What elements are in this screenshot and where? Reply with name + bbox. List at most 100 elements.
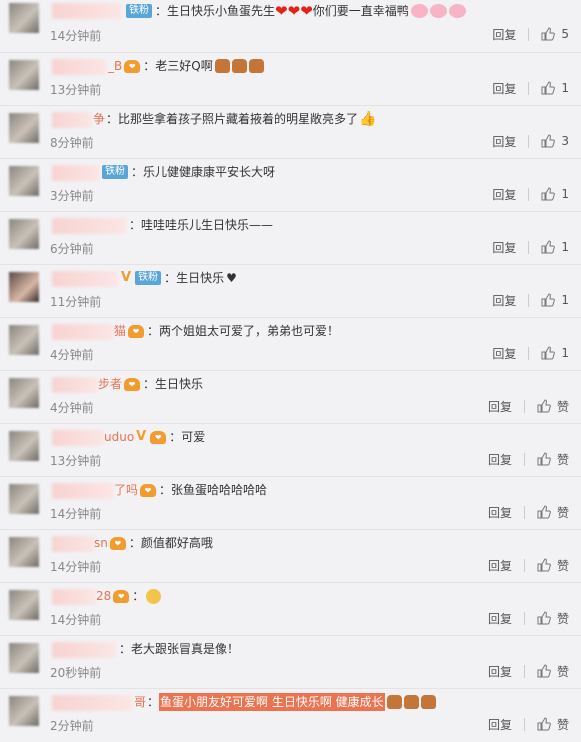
username-blurred[interactable]: [52, 112, 92, 128]
timestamp: 14分钟前: [50, 507, 102, 521]
username-blurred[interactable]: [52, 377, 98, 393]
reply-button[interactable]: 回复: [488, 610, 512, 627]
username-blurred[interactable]: [52, 3, 122, 19]
avatar[interactable]: [9, 696, 39, 726]
reply-button[interactable]: 回复: [488, 716, 512, 733]
like-icon[interactable]: [541, 293, 556, 307]
username-blurred[interactable]: [52, 642, 116, 658]
separator: ：: [155, 4, 168, 18]
reply-button[interactable]: 回复: [492, 186, 516, 203]
avatar[interactable]: [9, 60, 39, 90]
reply-button[interactable]: 回复: [488, 451, 512, 468]
avatar[interactable]: [9, 484, 39, 514]
like-icon[interactable]: [537, 558, 551, 572]
fan-badge: 铁粉: [126, 4, 152, 18]
like-icon[interactable]: [541, 187, 556, 201]
reply-button[interactable]: 回复: [492, 239, 516, 256]
username-tail[interactable]: 哥: [134, 693, 146, 711]
like-label[interactable]: 赞: [557, 398, 569, 415]
like-icon[interactable]: [541, 240, 556, 254]
avatar[interactable]: [9, 537, 39, 567]
like-icon[interactable]: [537, 399, 551, 413]
reply-button[interactable]: 回复: [488, 663, 512, 680]
comment-actions: 回复 赞: [488, 398, 569, 415]
avatar[interactable]: [9, 325, 39, 355]
cake-emoji: [248, 59, 264, 73]
username-tail[interactable]: 争: [93, 110, 105, 128]
username-blurred[interactable]: [52, 589, 96, 605]
reply-button[interactable]: 回复: [492, 26, 516, 43]
timestamp: 14分钟前: [50, 560, 102, 574]
comment-item: 步者 ❤ ： 生日快乐 4分钟前 回复 赞: [0, 371, 581, 424]
fan-badge: 铁粉: [135, 271, 162, 285]
like-icon[interactable]: [541, 346, 556, 360]
username-tail[interactable]: 28: [96, 587, 111, 605]
avatar[interactable]: [9, 166, 39, 196]
username-tail[interactable]: 了吗: [114, 481, 138, 499]
separator: ：: [129, 218, 142, 232]
username-tail[interactable]: 猫: [114, 322, 126, 340]
avatar[interactable]: [9, 431, 39, 461]
reply-button[interactable]: 回复: [488, 398, 512, 415]
avatar[interactable]: [9, 219, 39, 249]
avatar[interactable]: [9, 643, 39, 673]
like-label[interactable]: 赞: [557, 557, 569, 574]
divider: [528, 187, 530, 201]
like-icon[interactable]: [541, 134, 556, 148]
divider: [528, 293, 530, 307]
heart-emoji: ❤: [275, 2, 288, 20]
avatar[interactable]: [9, 3, 39, 33]
divider: [523, 611, 525, 625]
comment-text-highlighted: 鱼蛋小朋友好可爱啊 生日快乐啊 健康成长: [159, 693, 385, 711]
comment-text: 老三好Q啊: [155, 59, 213, 73]
divider: [523, 664, 525, 678]
thumbs-up-emoji: 👍: [359, 111, 377, 127]
like-icon[interactable]: [537, 664, 551, 678]
comment-text: 生日快乐小鱼蛋先生: [167, 4, 276, 18]
comment-text: 可爱: [181, 430, 206, 444]
like-icon[interactable]: [537, 505, 551, 519]
like-count: 1: [561, 293, 569, 307]
avatar[interactable]: [9, 113, 39, 143]
separator: ：: [143, 377, 156, 391]
reply-button[interactable]: 回复: [492, 292, 516, 309]
like-label[interactable]: 赞: [557, 451, 569, 468]
reply-button[interactable]: 回复: [492, 345, 516, 362]
username-blurred[interactable]: [52, 165, 100, 181]
like-label[interactable]: 赞: [557, 504, 569, 521]
like-icon[interactable]: [541, 27, 556, 41]
reply-button[interactable]: 回复: [492, 80, 516, 97]
comment-text: 生日快乐: [155, 377, 204, 391]
comment-item: V 铁粉 ： 生日快乐 ♥ 11分钟前 回复 1: [0, 265, 581, 318]
username-blurred[interactable]: [52, 483, 114, 499]
username-tail[interactable]: 步者: [98, 375, 122, 393]
comment-item: 猫 ❤ ： 两个姐姐太可爱了，弟弟也可爱！ 4分钟前 回复 1: [0, 318, 581, 371]
comment-item: _B ❤ ： 老三好Q啊 13分钟前 回复 1: [0, 53, 581, 106]
username-blurred[interactable]: [52, 324, 114, 340]
like-label[interactable]: 赞: [557, 716, 569, 733]
like-label[interactable]: 赞: [557, 663, 569, 680]
username-blurred[interactable]: [52, 59, 107, 75]
username-blurred[interactable]: [52, 695, 132, 711]
avatar[interactable]: [9, 378, 39, 408]
like-icon[interactable]: [537, 611, 551, 625]
like-count: 3: [561, 134, 569, 148]
like-icon[interactable]: [541, 81, 556, 95]
avatar[interactable]: [9, 272, 39, 302]
comment-item: uduo V ❤ ： 可爱 13分钟前 回复 赞: [0, 424, 581, 477]
avatar[interactable]: [9, 590, 39, 620]
reply-button[interactable]: 回复: [488, 504, 512, 521]
username-blurred[interactable]: [52, 430, 104, 446]
username-tail[interactable]: uduo: [104, 428, 134, 446]
reply-button[interactable]: 回复: [488, 557, 512, 574]
username-tail[interactable]: _B: [108, 57, 122, 75]
username-blurred[interactable]: [52, 218, 126, 234]
username-blurred[interactable]: [52, 271, 118, 287]
like-label[interactable]: 赞: [557, 610, 569, 627]
comment-text: 乐儿健健康康平安长大呀: [143, 165, 276, 179]
like-icon[interactable]: [537, 452, 551, 466]
reply-button[interactable]: 回复: [492, 133, 516, 150]
username-blurred[interactable]: [52, 536, 94, 552]
username-tail[interactable]: sn: [94, 534, 108, 552]
like-icon[interactable]: [537, 717, 551, 731]
